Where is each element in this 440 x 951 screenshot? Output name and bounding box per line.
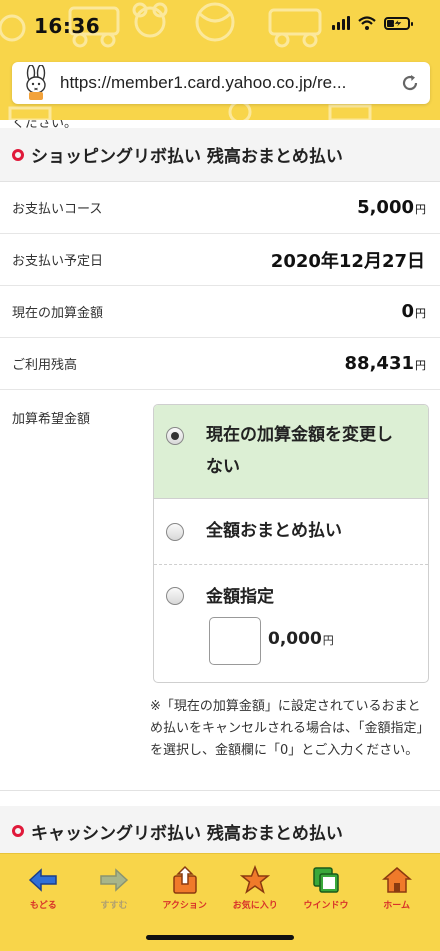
back-button[interactable]: もどる bbox=[12, 864, 74, 911]
favorites-button[interactable]: お気に入り bbox=[224, 864, 286, 911]
star-icon bbox=[238, 864, 272, 896]
clock: 16:36 bbox=[34, 14, 101, 38]
cellular-signal-icon bbox=[332, 16, 350, 30]
windows-icon bbox=[309, 864, 343, 896]
status-bar: 16:36 bbox=[0, 0, 440, 46]
browser-header: 16:36 https://member1.card.yahoo.co.jp/r… bbox=[0, 0, 440, 120]
forward-arrow-icon bbox=[97, 864, 131, 896]
home-button[interactable]: ホーム bbox=[366, 864, 428, 911]
section-header-cashing-revo: キャッシングリボ払い 残高おまとめ払い bbox=[0, 806, 440, 853]
option-full-lump-sum[interactable]: 全額おまとめ払い bbox=[154, 499, 428, 565]
address-bar[interactable]: https://member1.card.yahoo.co.jp/re... bbox=[12, 62, 430, 104]
url-text[interactable]: https://member1.card.yahoo.co.jp/re... bbox=[60, 73, 390, 93]
info-row-current-added-amount: 現在の加算金額 0円 bbox=[0, 286, 440, 338]
info-row-usage-balance: ご利用残高 88,431円 bbox=[0, 338, 440, 390]
action-button[interactable]: アクション bbox=[154, 864, 216, 911]
reload-icon[interactable] bbox=[390, 62, 430, 104]
info-row-payment-course: お支払いコース 5,000円 bbox=[0, 182, 440, 234]
desired-amount-label: 加算希望金額 bbox=[12, 412, 91, 427]
section-bullet-icon bbox=[12, 825, 24, 837]
windows-button[interactable]: ウインドウ bbox=[295, 864, 357, 911]
battery-icon bbox=[384, 16, 413, 30]
amount-input[interactable] bbox=[209, 617, 261, 665]
bunny-logo-icon bbox=[12, 62, 60, 104]
section-title: キャッシングリボ払い 残高おまとめ払い bbox=[31, 823, 343, 844]
info-row-payment-date: お支払い予定日 2020年12月27日 bbox=[0, 234, 440, 286]
back-arrow-icon bbox=[26, 864, 60, 896]
divider bbox=[0, 790, 440, 791]
radio-button[interactable] bbox=[166, 587, 184, 605]
forward-button[interactable]: すすむ bbox=[83, 864, 145, 911]
section-header-shopping-revo: ショッピングリボ払い 残高おまとめ払い bbox=[0, 128, 440, 182]
share-icon bbox=[168, 864, 202, 896]
section-bullet-icon bbox=[12, 148, 24, 161]
wifi-icon bbox=[358, 16, 376, 30]
radio-button-selected[interactable] bbox=[166, 427, 184, 445]
section-title: ショッピングリボ払い 残高おまとめ払い bbox=[31, 147, 343, 167]
desired-amount-options: 現在の加算金額を変更し ない 全額おまとめ払い 金額指定 0,000円 bbox=[153, 404, 429, 683]
page-content: ください。 ショッピングリボ払い 残高おまとめ払い お支払いコース 5,000円… bbox=[0, 120, 440, 853]
option-specify-amount[interactable]: 金額指定 0,000円 bbox=[154, 565, 428, 682]
home-indicator[interactable] bbox=[146, 935, 294, 940]
amount-fixed-suffix: 0,000円 bbox=[268, 629, 334, 649]
cancel-note: ※「現在の加算金額」に設定されているおまとめ払いをキャンセルされる場合は、「金額… bbox=[150, 699, 430, 758]
status-icons bbox=[332, 16, 413, 30]
radio-button[interactable] bbox=[166, 523, 184, 541]
home-icon bbox=[380, 864, 414, 896]
option-no-change[interactable]: 現在の加算金額を変更し ない bbox=[154, 405, 428, 499]
